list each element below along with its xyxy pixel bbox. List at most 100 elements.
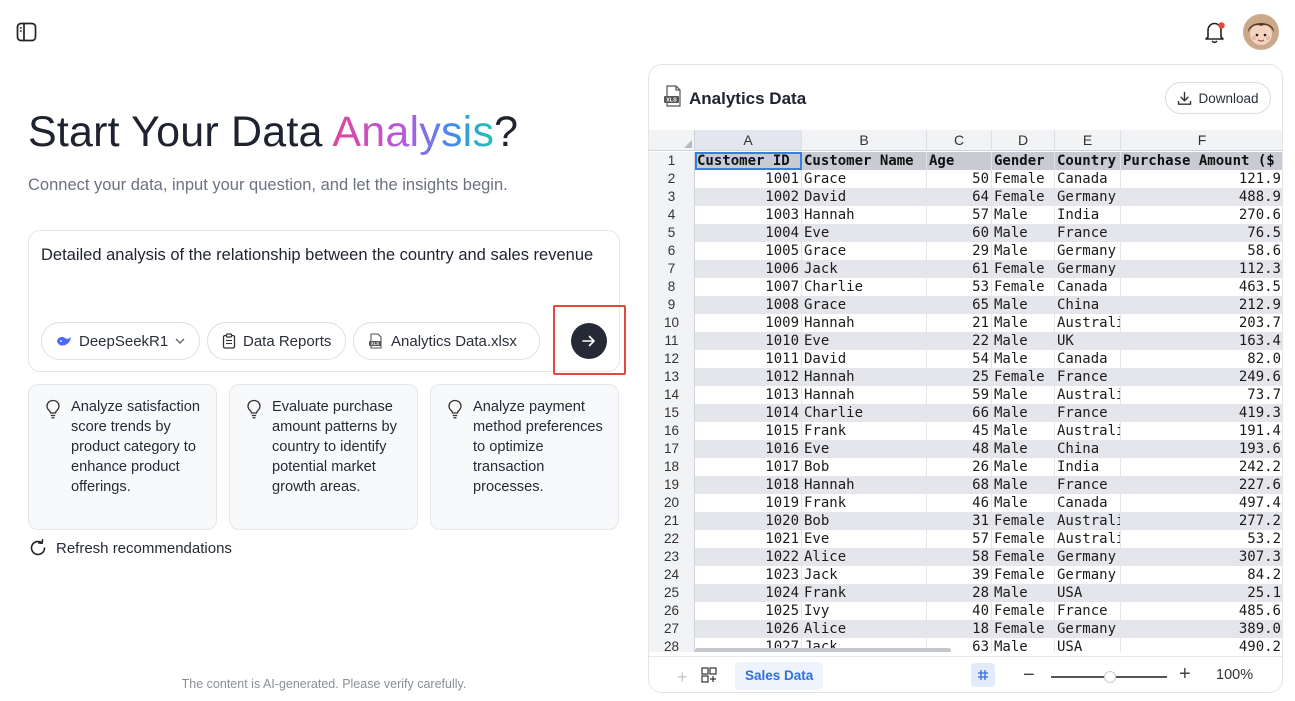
header-cell[interactable]: Age [927,152,992,170]
table-cell[interactable]: 191.4 [1121,422,1282,440]
table-cell[interactable]: David [802,188,927,206]
table-cell[interactable]: 61 [927,260,992,278]
table-cell[interactable]: Australi [1055,512,1121,530]
table-cell[interactable]: Male [992,296,1055,314]
table-cell[interactable]: David [802,350,927,368]
header-cell[interactable]: Purchase Amount ($ [1121,152,1282,170]
table-cell[interactable]: 45 [927,422,992,440]
table-cell[interactable]: 490.2 [1121,638,1282,652]
horizontal-scrollbar[interactable] [695,648,951,652]
table-cell[interactable]: Male [992,350,1055,368]
row-number[interactable]: 7 [649,260,695,278]
table-cell[interactable]: Female [992,278,1055,296]
row-number[interactable]: 18 [649,458,695,476]
column-header[interactable]: E [1055,130,1121,151]
table-cell[interactable]: France [1055,476,1121,494]
table-cell[interactable]: Female [992,260,1055,278]
sheet-tab-sales-data[interactable]: Sales Data [735,662,824,690]
table-cell[interactable]: Grace [802,242,927,260]
table-cell[interactable]: 227.6 [1121,476,1282,494]
zoom-slider-thumb[interactable] [1104,671,1116,683]
table-cell[interactable]: Germany [1055,242,1121,260]
table-cell[interactable]: Jack [802,566,927,584]
table-cell[interactable]: Eve [802,530,927,548]
row-number[interactable]: 2 [649,170,695,188]
table-cell[interactable]: 193.6 [1121,440,1282,458]
table-cell[interactable]: Female [992,512,1055,530]
row-number[interactable]: 6 [649,242,695,260]
table-cell[interactable]: China [1055,440,1121,458]
table-cell[interactable]: 488.9 [1121,188,1282,206]
table-cell[interactable]: 1021 [695,530,802,548]
table-cell[interactable]: 212.9 [1121,296,1282,314]
table-cell[interactable]: 39 [927,566,992,584]
table-cell[interactable]: 57 [927,206,992,224]
table-cell[interactable]: 1014 [695,404,802,422]
table-cell[interactable]: 59 [927,386,992,404]
table-cell[interactable]: 50 [927,170,992,188]
table-cell[interactable]: Male [992,638,1055,652]
table-cell[interactable]: 54 [927,350,992,368]
table-cell[interactable]: Hannah [802,386,927,404]
table-cell[interactable]: 1009 [695,314,802,332]
table-cell[interactable]: 1015 [695,422,802,440]
table-cell[interactable]: 25 [927,368,992,386]
row-number[interactable]: 13 [649,368,695,386]
model-selector[interactable]: DeepSeekR1 [41,322,201,360]
table-cell[interactable]: 22 [927,332,992,350]
attached-file-chip[interactable]: XLS Analytics Data.xlsx [353,322,540,360]
row-number[interactable]: 8 [649,278,695,296]
table-cell[interactable]: 58.6 [1121,242,1282,260]
table-cell[interactable]: Germany [1055,260,1121,278]
table-cell[interactable]: Male [992,314,1055,332]
table-cell[interactable]: Male [992,386,1055,404]
table-cell[interactable]: 121.9 [1121,170,1282,188]
table-cell[interactable]: 419.3 [1121,404,1282,422]
table-cell[interactable]: Jack [802,260,927,278]
row-number[interactable]: 4 [649,206,695,224]
row-number[interactable]: 19 [649,476,695,494]
zoom-out-button[interactable]: − [1023,664,1035,687]
table-cell[interactable]: 21 [927,314,992,332]
table-cell[interactable]: Hannah [802,368,927,386]
table-cell[interactable]: Eve [802,332,927,350]
table-cell[interactable]: Female [992,620,1055,638]
user-avatar[interactable] [1243,14,1279,50]
row-number[interactable]: 16 [649,422,695,440]
row-number[interactable]: 3 [649,188,695,206]
table-cell[interactable]: 1018 [695,476,802,494]
table-cell[interactable]: Frank [802,584,927,602]
gridlines-toggle[interactable] [971,663,995,687]
table-cell[interactable]: France [1055,224,1121,242]
table-cell[interactable]: Germany [1055,566,1121,584]
table-cell[interactable]: Germany [1055,620,1121,638]
header-cell[interactable]: Customer ID [695,152,802,170]
column-header[interactable]: C [927,130,992,151]
table-cell[interactable]: 112.3 [1121,260,1282,278]
table-cell[interactable]: India [1055,458,1121,476]
table-cell[interactable]: Alice [802,548,927,566]
table-cell[interactable]: Australi [1055,386,1121,404]
table-cell[interactable]: 84.2 [1121,566,1282,584]
row-number[interactable]: 9 [649,296,695,314]
row-number[interactable]: 22 [649,530,695,548]
table-cell[interactable]: 1005 [695,242,802,260]
column-header[interactable]: D [992,130,1055,151]
table-cell[interactable]: 53.2 [1121,530,1282,548]
table-cell[interactable]: Female [992,188,1055,206]
table-cell[interactable]: 389.0 [1121,620,1282,638]
table-cell[interactable]: 163.4 [1121,332,1282,350]
table-cell[interactable]: Frank [802,494,927,512]
table-cell[interactable]: Female [992,170,1055,188]
table-cell[interactable]: 64 [927,188,992,206]
table-cell[interactable]: Male [992,440,1055,458]
table-cell[interactable]: Male [992,242,1055,260]
table-cell[interactable]: 270.6 [1121,206,1282,224]
table-cell[interactable]: Bob [802,458,927,476]
table-cell[interactable]: Grace [802,170,927,188]
table-cell[interactable]: Female [992,602,1055,620]
row-number[interactable]: 1 [649,152,695,170]
table-cell[interactable]: Canada [1055,350,1121,368]
column-header[interactable]: F [1121,130,1282,151]
table-cell[interactable]: 58 [927,548,992,566]
